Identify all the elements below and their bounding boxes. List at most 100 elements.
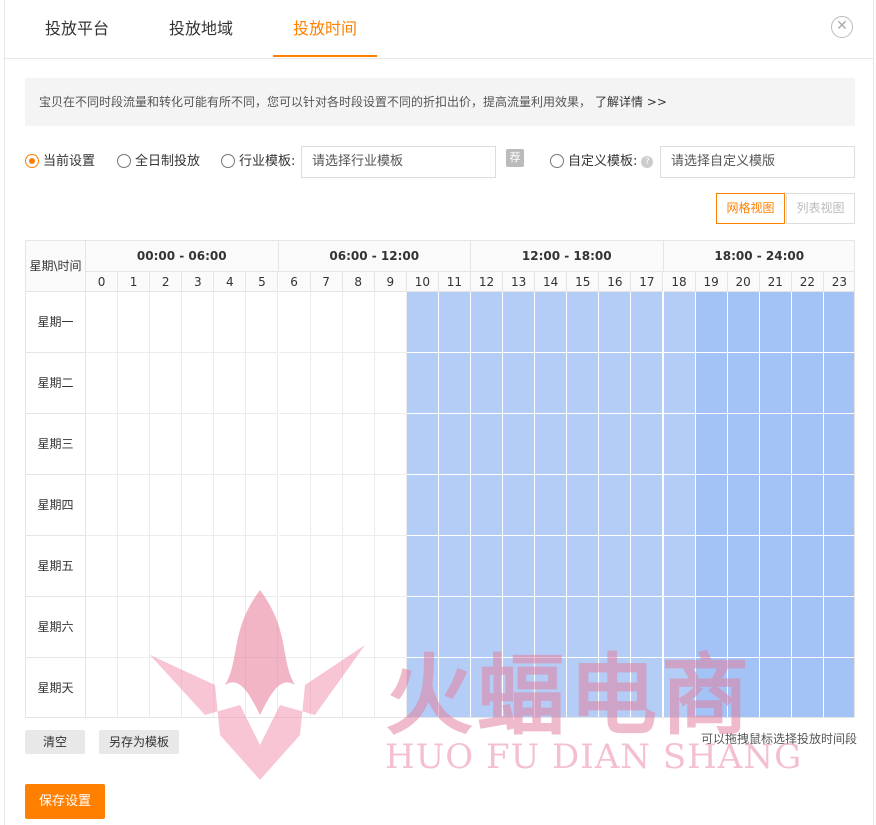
time-slot-cell[interactable] bbox=[471, 292, 504, 353]
time-slot-cell[interactable] bbox=[86, 658, 119, 717]
time-slot-cell[interactable] bbox=[406, 292, 439, 353]
time-slot-cell[interactable] bbox=[503, 353, 536, 414]
time-slot-cell[interactable] bbox=[759, 536, 792, 597]
time-slot-cell[interactable] bbox=[535, 414, 568, 475]
time-slot-cell[interactable] bbox=[663, 597, 696, 658]
time-slot-cell[interactable] bbox=[310, 414, 343, 475]
radio-icon[interactable] bbox=[117, 153, 131, 168]
time-slot-cell[interactable] bbox=[791, 414, 824, 475]
hour-header[interactable]: 21 bbox=[759, 272, 792, 292]
time-slot-cell[interactable] bbox=[631, 414, 664, 475]
time-slot-cell[interactable] bbox=[471, 536, 504, 597]
clear-button[interactable]: 清空 bbox=[25, 730, 85, 754]
time-slot-cell[interactable] bbox=[599, 414, 632, 475]
time-slot-cell[interactable] bbox=[663, 536, 696, 597]
time-slot-cell[interactable] bbox=[246, 658, 279, 717]
time-slot-cell[interactable] bbox=[759, 414, 792, 475]
hour-header[interactable]: 7 bbox=[310, 272, 343, 292]
time-slot-cell[interactable] bbox=[535, 536, 568, 597]
time-slot-cell[interactable] bbox=[599, 536, 632, 597]
time-slot-cell[interactable] bbox=[406, 353, 439, 414]
tab-region[interactable]: 投放地域 bbox=[149, 0, 253, 57]
radio-allday[interactable]: 全日制投放 bbox=[117, 146, 200, 178]
hour-header[interactable]: 2 bbox=[150, 272, 183, 292]
time-slot-cell[interactable] bbox=[823, 353, 854, 414]
time-slot-cell[interactable] bbox=[86, 536, 119, 597]
radio-current[interactable]: 当前设置 bbox=[25, 146, 95, 178]
time-slot-cell[interactable] bbox=[246, 353, 279, 414]
time-slot-cell[interactable] bbox=[823, 292, 854, 353]
time-slot-cell[interactable] bbox=[567, 353, 600, 414]
time-slot-cell[interactable] bbox=[342, 414, 375, 475]
time-slot-cell[interactable] bbox=[86, 292, 119, 353]
day-label[interactable]: 星期五 bbox=[26, 536, 86, 597]
hour-header[interactable]: 6 bbox=[278, 272, 311, 292]
time-slot-cell[interactable] bbox=[310, 292, 343, 353]
hour-header[interactable]: 16 bbox=[599, 272, 632, 292]
hour-header[interactable]: 11 bbox=[438, 272, 471, 292]
time-slot-cell[interactable] bbox=[791, 292, 824, 353]
industry-template-select[interactable]: 请选择行业模板 bbox=[301, 146, 496, 178]
hour-header[interactable]: 22 bbox=[791, 272, 824, 292]
time-slot-cell[interactable] bbox=[567, 536, 600, 597]
time-slot-cell[interactable] bbox=[406, 475, 439, 536]
time-slot-cell[interactable] bbox=[535, 475, 568, 536]
time-slot-cell[interactable] bbox=[438, 353, 471, 414]
time-slot-cell[interactable] bbox=[310, 475, 343, 536]
time-slot-cell[interactable] bbox=[182, 536, 215, 597]
time-slot-cell[interactable] bbox=[310, 353, 343, 414]
time-slot-cell[interactable] bbox=[759, 353, 792, 414]
time-slot-cell[interactable] bbox=[599, 475, 632, 536]
time-slot-cell[interactable] bbox=[438, 658, 471, 717]
time-slot-cell[interactable] bbox=[727, 475, 760, 536]
time-range-header[interactable]: 18:00 - 24:00 bbox=[663, 241, 854, 272]
time-slot-cell[interactable] bbox=[118, 414, 151, 475]
learn-more-link[interactable]: 了解详情 >> bbox=[595, 95, 667, 109]
time-slot-cell[interactable] bbox=[567, 292, 600, 353]
time-slot-cell[interactable] bbox=[406, 536, 439, 597]
time-slot-cell[interactable] bbox=[342, 475, 375, 536]
time-slot-cell[interactable] bbox=[823, 414, 854, 475]
time-slot-cell[interactable] bbox=[438, 292, 471, 353]
list-view-button[interactable]: 列表视图 bbox=[786, 193, 855, 224]
time-slot-cell[interactable] bbox=[695, 658, 728, 717]
time-slot-cell[interactable] bbox=[727, 658, 760, 717]
time-slot-cell[interactable] bbox=[246, 475, 279, 536]
save-template-button[interactable]: 另存为模板 bbox=[99, 730, 179, 754]
time-slot-cell[interactable] bbox=[503, 597, 536, 658]
time-slot-cell[interactable] bbox=[727, 353, 760, 414]
time-slot-cell[interactable] bbox=[503, 536, 536, 597]
time-slot-cell[interactable] bbox=[182, 353, 215, 414]
time-slot-cell[interactable] bbox=[438, 414, 471, 475]
time-slot-cell[interactable] bbox=[535, 292, 568, 353]
time-slot-cell[interactable] bbox=[695, 536, 728, 597]
time-slot-cell[interactable] bbox=[471, 597, 504, 658]
hour-header[interactable]: 3 bbox=[182, 272, 215, 292]
time-slot-cell[interactable] bbox=[278, 414, 311, 475]
time-slot-cell[interactable] bbox=[214, 536, 247, 597]
time-slot-cell[interactable] bbox=[535, 597, 568, 658]
time-slot-cell[interactable] bbox=[599, 292, 632, 353]
time-slot-cell[interactable] bbox=[599, 658, 632, 717]
time-slot-cell[interactable] bbox=[310, 536, 343, 597]
time-slot-cell[interactable] bbox=[823, 658, 854, 717]
time-slot-cell[interactable] bbox=[150, 536, 183, 597]
hour-header[interactable]: 0 bbox=[86, 272, 119, 292]
time-slot-cell[interactable] bbox=[599, 597, 632, 658]
time-slot-cell[interactable] bbox=[278, 292, 311, 353]
time-slot-cell[interactable] bbox=[759, 292, 792, 353]
time-slot-cell[interactable] bbox=[182, 292, 215, 353]
time-slot-cell[interactable] bbox=[118, 353, 151, 414]
time-slot-cell[interactable] bbox=[727, 536, 760, 597]
day-label[interactable]: 星期二 bbox=[26, 353, 86, 414]
time-slot-cell[interactable] bbox=[310, 597, 343, 658]
time-slot-cell[interactable] bbox=[246, 414, 279, 475]
hour-header[interactable]: 10 bbox=[406, 272, 439, 292]
hour-header[interactable]: 8 bbox=[342, 272, 375, 292]
time-slot-cell[interactable] bbox=[535, 353, 568, 414]
time-slot-cell[interactable] bbox=[663, 475, 696, 536]
time-slot-cell[interactable] bbox=[631, 292, 664, 353]
time-slot-cell[interactable] bbox=[342, 658, 375, 717]
time-slot-cell[interactable] bbox=[727, 414, 760, 475]
time-slot-cell[interactable] bbox=[214, 475, 247, 536]
